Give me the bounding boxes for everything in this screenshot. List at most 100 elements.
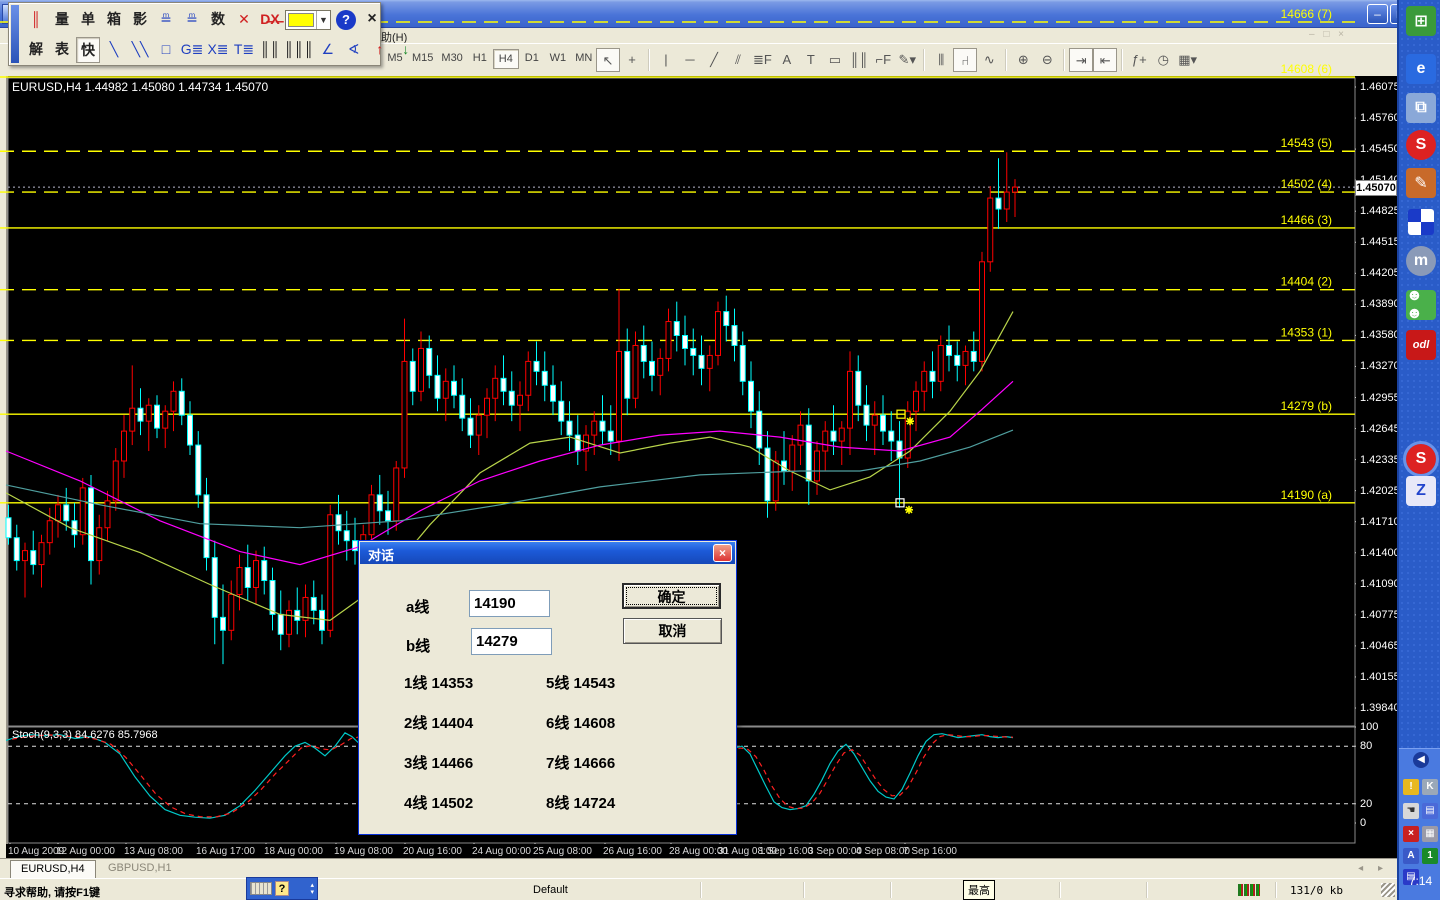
color-picker-dropdown[interactable]: ▼ xyxy=(285,10,331,30)
chart-tab-gbpusdh1[interactable]: GBPUSD,H1 xyxy=(98,860,182,878)
clock[interactable]: 7:14 xyxy=(1399,874,1440,888)
hand-icon[interactable]: ☚ xyxy=(1403,803,1419,819)
ie-icon[interactable]: e xyxy=(1406,54,1436,84)
fan2-button[interactable]: ∢ xyxy=(342,37,366,63)
line-chart-button[interactable]: ∿ xyxy=(977,48,1001,72)
minimize-button[interactable]: – xyxy=(1367,4,1388,24)
z-app-icon[interactable]: Z xyxy=(1406,476,1436,506)
parallel-lines-button[interactable]: ╲╲ xyxy=(128,37,152,63)
down-arrow-button[interactable]: ↓ xyxy=(394,37,418,63)
zoom-out-button[interactable]: ⊖ xyxy=(1035,48,1059,72)
horizontal-line-button[interactable]: ─ xyxy=(678,48,702,72)
floating-toolbar-grip[interactable] xyxy=(11,5,19,63)
rectangle-button[interactable]: □ xyxy=(154,37,178,63)
crosshair-button[interactable]: + xyxy=(620,48,644,72)
timeframe-mn[interactable]: MN xyxy=(571,49,597,69)
chart-shift-button[interactable]: ⇥ xyxy=(1069,48,1094,72)
green-1-icon[interactable]: 1 xyxy=(1422,848,1438,864)
timeframe-h1[interactable]: H1 xyxy=(467,49,493,69)
messenger-icon[interactable]: ☻☻ xyxy=(1406,287,1436,322)
delete-cross-button[interactable]: ✕ xyxy=(232,7,256,33)
paint-tool-icon[interactable]: ✎ xyxy=(1406,168,1436,198)
table-button[interactable]: 表 xyxy=(50,37,74,63)
auto-scroll-button[interactable]: ⇤ xyxy=(1093,48,1118,72)
zoom-in-button[interactable]: ⊕ xyxy=(1011,48,1035,72)
dropdown-arrow-icon[interactable]: ▼ xyxy=(316,11,330,29)
fibo-fan-button[interactable]: ⌐F xyxy=(871,48,895,72)
label-button[interactable]: T xyxy=(799,48,823,72)
histogram2-button[interactable]: ≞ xyxy=(180,7,204,33)
cancel-button[interactable]: 取消 xyxy=(623,618,722,644)
lines-dialog[interactable]: 对话 × a线 b线 确定 取消 1线 14353 5线 14543 2线 1440… xyxy=(358,540,737,835)
odl-icon[interactable]: odl xyxy=(1406,330,1436,360)
a-line-input[interactable] xyxy=(469,590,550,617)
templates-button[interactable]: ▦▾ xyxy=(1175,48,1200,72)
status-profile[interactable]: Default xyxy=(533,884,568,896)
dialog-titlebar[interactable]: 对话 xyxy=(360,542,735,564)
jie-button[interactable]: 解 xyxy=(24,37,48,63)
gann-lines-button[interactable]: G≣ xyxy=(180,37,204,63)
date-axis[interactable]: 10 Aug 2009 12 Aug 00:00 13 Aug 08:00 16 Au… xyxy=(6,844,1356,858)
price-axis[interactable]: 1.460751.457601.454501.451401.448251.445… xyxy=(1355,76,1400,844)
candle-chart-icon[interactable]: ║ xyxy=(24,7,48,33)
t-lines-button[interactable]: T≣ xyxy=(232,37,256,63)
help-button[interactable]: ? xyxy=(336,10,356,30)
keyboard-icon[interactable] xyxy=(250,882,272,895)
x-lines-button[interactable]: X≣ xyxy=(206,37,230,63)
dialog-close-button[interactable]: × xyxy=(713,544,732,562)
periods-button[interactable]: ◷ xyxy=(1151,48,1175,72)
resize-grip[interactable] xyxy=(1381,883,1395,897)
vlines-button[interactable]: ║║ xyxy=(258,37,282,63)
input-a-icon[interactable]: A xyxy=(1403,848,1419,864)
order-button[interactable]: 单 xyxy=(76,7,100,33)
mdi-window-buttons[interactable]: – □ × xyxy=(1309,29,1347,40)
shape-button[interactable]: ▭ xyxy=(823,48,847,72)
candles-button[interactable]: ⑁ xyxy=(953,48,978,72)
network-icon[interactable]: ▤ xyxy=(1422,803,1438,819)
b-line-input[interactable] xyxy=(471,628,552,655)
indicators-button[interactable]: ƒ+ xyxy=(1127,48,1151,72)
toolbar-close-button[interactable]: × xyxy=(360,7,384,33)
fibonacci-button[interactable]: ≣F xyxy=(750,48,775,72)
text-button[interactable]: A xyxy=(775,48,799,72)
floating-toolbar[interactable]: ║ 量单箱影 ≞ ≞ 数 ✕ D̶X̶ ▼? × 解表快 ╲ ╲╲ □ G≣ X≣ T≣ ║║ ║║║ ∠ ∢ ↑ ↓ xyxy=(8,2,409,66)
up-arrow-button[interactable]: ↑ xyxy=(368,37,392,63)
timeframe-d1[interactable]: D1 xyxy=(519,49,545,69)
ok-button[interactable]: 确定 xyxy=(622,583,721,609)
cursor-button[interactable]: ↖ xyxy=(596,48,620,72)
timeframe-h4[interactable]: H4 xyxy=(492,49,519,69)
bar-chart-button[interactable]: ⫼ xyxy=(929,48,953,72)
number-button[interactable]: 数 xyxy=(206,7,230,33)
error-x-icon[interactable]: × xyxy=(1403,826,1419,842)
vlines2-button[interactable]: ║║║ xyxy=(284,37,314,63)
chart-tab-eurusdh4[interactable]: EURUSD,H4 xyxy=(10,860,96,878)
fan-button[interactable]: ∠ xyxy=(316,37,340,63)
box-button[interactable]: 箱 xyxy=(102,7,126,33)
browser-swirl-selected-icon[interactable]: S xyxy=(1403,441,1439,477)
ime-help-icon[interactable]: ? xyxy=(275,881,289,896)
k-app-icon[interactable]: K xyxy=(1422,779,1438,795)
windows-logo-icon[interactable]: ⊞ xyxy=(1406,6,1436,36)
timeframe-w1[interactable]: W1 xyxy=(545,49,571,69)
tab-scroll-arrows[interactable]: ◂ ▸ xyxy=(1358,863,1389,874)
browser-swirl-icon[interactable]: S xyxy=(1406,130,1436,160)
collapse-arrow-icon[interactable]: ◀ xyxy=(1413,752,1429,768)
maxthon-icon[interactable]: m xyxy=(1406,246,1436,276)
channel-button[interactable]: ⫽ xyxy=(726,48,750,72)
trendline-button[interactable]: ╲ xyxy=(102,37,126,63)
dx-button[interactable]: D̶X̶ xyxy=(258,7,282,33)
shadow-button[interactable]: 影 xyxy=(128,7,152,33)
timeframe-m30[interactable]: M30 xyxy=(437,49,466,69)
vertical-line-button[interactable]: | xyxy=(654,48,678,72)
screenshot-tool-icon[interactable]: ⧉ xyxy=(1406,93,1436,123)
ime-language-bar[interactable]: ? ▴ ▾ xyxy=(246,877,318,900)
arrows-button[interactable]: ✎▾ xyxy=(895,48,919,72)
ime-options-icon[interactable]: ▴ ▾ xyxy=(310,882,314,896)
security-shield-icon[interactable]: ! xyxy=(1403,779,1419,795)
trendline-button[interactable]: ╱ xyxy=(702,48,726,72)
volume-button[interactable]: 量 xyxy=(50,7,74,33)
quick-button[interactable]: 快 xyxy=(76,37,100,63)
histogram-button[interactable]: ≞ xyxy=(154,7,178,33)
grey-app-icon[interactable]: ▦ xyxy=(1422,826,1438,842)
cycle-lines-button[interactable]: ║║ xyxy=(847,48,871,72)
